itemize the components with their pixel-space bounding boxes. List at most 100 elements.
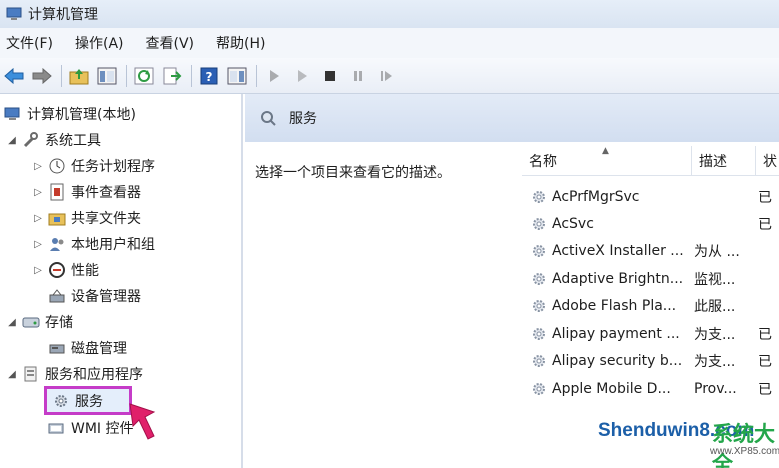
tree-item-services[interactable]: 服务 [52, 389, 103, 413]
action-pane-icon [227, 67, 247, 84]
service-description: 为支... [694, 326, 736, 343]
tree-label: 任务计划程序 [71, 159, 155, 175]
storage-icon [22, 317, 40, 328]
show-hide-tree-button[interactable] [95, 64, 119, 88]
service-list-header: 名称 ▲ 描述 状 [522, 146, 779, 176]
menu-bar: 文件(F) 操作(A) 查看(V) 帮助(H) [0, 28, 779, 58]
tree-item-storage[interactable]: ◢ 存储 [6, 310, 73, 334]
service-row[interactable]: Alipay security b... 为支... 已 [522, 347, 779, 374]
service-name: ActiveX Installer ... [552, 242, 684, 259]
collapsed-arrow-icon[interactable]: ▷ [32, 265, 44, 276]
services-apps-icon [24, 366, 37, 382]
expanded-arrow-icon[interactable]: ◢ [6, 369, 18, 380]
column-header-status[interactable]: 状 [756, 146, 779, 176]
tree-item-event-viewer[interactable]: ▷ 事件查看器 [32, 180, 141, 204]
column-header-description[interactable]: 描述 [692, 146, 756, 176]
service-row[interactable]: AcSvc 已 [522, 210, 779, 237]
collapsed-arrow-icon[interactable]: ▷ [32, 187, 44, 198]
device-manager-icon [49, 289, 65, 303]
action-pane-button[interactable] [225, 64, 249, 88]
tree-item-disk-management[interactable]: 磁盘管理 [48, 336, 127, 360]
gear-icon [55, 395, 67, 407]
service-description: 监视... [694, 271, 736, 288]
gear-icon [533, 190, 545, 203]
gear-icon [533, 327, 545, 340]
menu-view[interactable]: 查看(V) [146, 33, 195, 53]
expanded-arrow-icon[interactable]: ◢ [6, 135, 18, 146]
service-row[interactable]: Adaptive Brightn... 监视... [522, 265, 779, 292]
disk-icon [49, 344, 65, 354]
refresh-icon [134, 67, 154, 84]
service-status: 已 [758, 189, 772, 206]
service-row[interactable]: ActiveX Installer ... 为从 ... [522, 237, 779, 264]
menu-help[interactable]: 帮助(H) [216, 33, 265, 53]
help-icon: ? [200, 67, 218, 84]
tree-item-performance[interactable]: ▷ 性能 [32, 258, 99, 282]
forward-button[interactable] [30, 64, 54, 88]
stop-service-button[interactable] [318, 64, 342, 88]
up-level-button[interactable] [67, 64, 91, 88]
service-description: 此服... [694, 298, 736, 315]
service-row[interactable]: Adobe Flash Pla... 此服... [522, 292, 779, 319]
tree-item-system-tools[interactable]: ◢ 系统工具 [6, 128, 101, 152]
tree-label: 事件查看器 [71, 185, 141, 201]
clock-icon [49, 158, 65, 174]
window-title: 计算机管理 [28, 7, 98, 23]
tree-label: 计算机管理(本地) [27, 107, 136, 123]
event-log-icon [50, 183, 64, 201]
toolbar-separator [126, 64, 127, 87]
service-row[interactable]: Apple Mobile D... Prov... 已 [522, 375, 779, 402]
pause-service-button[interactable] [346, 64, 370, 88]
restart-icon [381, 70, 392, 81]
service-name: Adobe Flash Pla... [552, 297, 677, 314]
service-status: 已 [758, 381, 772, 398]
tree-item-computer-management[interactable]: 计算机管理(本地) [4, 102, 136, 126]
help-button[interactable]: ? [197, 64, 221, 88]
service-name: Adaptive Brightn... [552, 270, 684, 287]
title-bar: 计算机管理 [0, 0, 779, 28]
tree-label: 服务和应用程序 [45, 367, 143, 383]
back-button[interactable] [2, 64, 26, 88]
collapsed-arrow-icon[interactable]: ▷ [32, 239, 44, 250]
tree-item-local-users[interactable]: ▷ 本地用户和组 [32, 232, 155, 256]
toolbar-separator [191, 64, 192, 87]
stop-icon [325, 70, 335, 81]
service-row[interactable]: AcPrfMgrSvc 已 [522, 183, 779, 210]
toolbar: ? [0, 58, 779, 94]
menu-action[interactable]: 操作(A) [75, 33, 124, 53]
tree-item-task-scheduler[interactable]: ▷ 任务计划程序 [32, 154, 155, 178]
tree-label: 设备管理器 [71, 289, 141, 305]
refresh-button[interactable] [132, 64, 156, 88]
service-name: Alipay security b... [552, 352, 683, 369]
toolbar-separator [256, 64, 257, 87]
expanded-arrow-icon[interactable]: ◢ [6, 317, 18, 328]
start-service-button[interactable] [262, 64, 286, 88]
toolbar-separator [61, 64, 62, 87]
back-arrow-icon [4, 67, 24, 84]
tree-label: 性能 [71, 263, 99, 279]
service-name: Apple Mobile D... [552, 380, 671, 397]
tools-icon [23, 132, 38, 148]
tree-item-device-manager[interactable]: 设备管理器 [48, 284, 141, 308]
service-name: AcSvc [552, 215, 594, 232]
console-tree-icon [97, 67, 117, 84]
tree-item-wmi[interactable]: WMI 控件 [48, 416, 134, 440]
collapsed-arrow-icon[interactable]: ▷ [32, 161, 44, 172]
export-list-button[interactable] [160, 64, 184, 88]
start-service-alt-button[interactable] [290, 64, 314, 88]
computer-management-icon [6, 7, 22, 20]
service-row[interactable]: Alipay payment ... 为支... 已 [522, 320, 779, 347]
svg-text:?: ? [206, 70, 213, 84]
restart-service-button[interactable] [374, 64, 398, 88]
gear-icon [533, 244, 545, 257]
computer-management-icon [4, 107, 20, 120]
tree-item-services-apps[interactable]: ◢ 服务和应用程序 [6, 362, 143, 386]
export-icon [163, 67, 182, 84]
wmi-icon [48, 423, 64, 434]
service-status: 已 [758, 353, 772, 370]
menu-file[interactable]: 文件(F) [6, 33, 53, 53]
service-name: Alipay payment ... [552, 325, 680, 342]
tree-item-shared-folders[interactable]: ▷ 共享文件夹 [32, 206, 141, 230]
collapsed-arrow-icon[interactable]: ▷ [32, 213, 44, 224]
tree-label: 磁盘管理 [71, 341, 127, 357]
